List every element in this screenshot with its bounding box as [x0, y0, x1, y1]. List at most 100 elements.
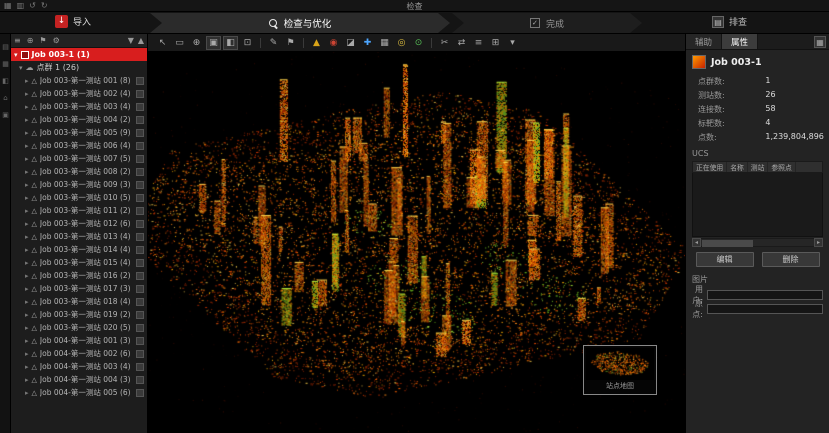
tab-properties[interactable]: 属性 [722, 34, 758, 49]
warning-icon[interactable]: ▲ [309, 36, 324, 50]
tree-item[interactable]: Job 003-第一测站 014 (4) [11, 243, 147, 256]
visibility-toggle[interactable] [136, 350, 144, 358]
expand-arrow-icon[interactable] [25, 142, 29, 150]
tree-item[interactable]: Job 003-第一测站 010 (5) [11, 191, 147, 204]
expand-arrow-icon[interactable] [25, 168, 29, 176]
user-field-input[interactable] [707, 290, 823, 300]
settings-icon[interactable]: ⚙ [53, 35, 60, 47]
tree-item[interactable]: Job 003-第一测站 016 (2) [11, 269, 147, 282]
divider-2[interactable] [303, 38, 304, 48]
visibility-toggle[interactable] [136, 220, 144, 228]
visibility-toggle[interactable] [136, 194, 144, 202]
visibility-toggle[interactable] [136, 103, 144, 111]
panel-toggle-icon[interactable]: ▤ [0, 43, 11, 51]
bulb-icon[interactable]: ◎ [394, 36, 409, 50]
expand-arrow-icon[interactable] [25, 272, 29, 280]
visibility-toggle[interactable] [136, 168, 144, 176]
visibility-toggle[interactable] [136, 285, 144, 293]
minimap[interactable]: 站点地图 [583, 345, 657, 395]
expand-arrow-icon[interactable] [25, 285, 29, 293]
visibility-toggle[interactable] [136, 311, 144, 319]
snapshot-icon[interactable]: ◧ [223, 36, 238, 50]
visibility-toggle[interactable] [136, 77, 144, 85]
tree-item[interactable]: Job 003-第一测站 003 (4) [11, 100, 147, 113]
visibility-toggle[interactable] [136, 90, 144, 98]
visibility-toggle[interactable] [136, 389, 144, 397]
visibility-toggle[interactable] [136, 337, 144, 345]
swap-icon[interactable]: ⇄ [454, 36, 469, 50]
tree-item[interactable]: Job 003-第一测站 019 (2) [11, 308, 147, 321]
divider-1[interactable] [260, 38, 261, 48]
expand-arrow-icon[interactable] [25, 116, 29, 124]
tree-item[interactable]: Job 004-第一测站 003 (4) [11, 360, 147, 373]
workflow-step-import[interactable]: ↓ 导入 [55, 15, 91, 28]
visibility-toggle[interactable] [136, 116, 144, 124]
expand-arrow-icon[interactable] [25, 337, 29, 345]
select-icon[interactable]: ↖ [155, 36, 170, 50]
scrollbar-track[interactable] [701, 238, 814, 247]
list-icon[interactable]: ≡ [14, 35, 21, 47]
pin-icon[interactable]: ⊙ [411, 36, 426, 50]
tree-item[interactable]: Job 003-第一测站 007 (5) [11, 152, 147, 165]
ucs-list[interactable] [692, 173, 823, 237]
expand-arrow-icon[interactable] [25, 207, 29, 215]
expand-arrow-icon[interactable] [25, 90, 29, 98]
tree-item[interactable]: Job 003-第一测站 008 (2) [11, 165, 147, 178]
visibility-toggle[interactable] [136, 246, 144, 254]
tree-item[interactable]: Job 003-第一测站 017 (3) [11, 282, 147, 295]
zoom-icon[interactable]: ⊕ [189, 36, 204, 50]
scroll-right-button[interactable]: ▸ [814, 238, 823, 247]
expand-arrow-icon[interactable] [25, 363, 29, 371]
delete-button[interactable]: 删除 [762, 252, 820, 267]
pen-icon[interactable]: ✎ [266, 36, 281, 50]
tree-item[interactable]: Job 003-第一测站 001 (8) [11, 74, 147, 87]
expand-arrow-icon[interactable] [25, 324, 29, 332]
display-icon[interactable]: ⊡ [240, 36, 255, 50]
more-dropdown[interactable]: ▾ [505, 36, 520, 50]
tree-group-pointclouds[interactable]: ▾ ☁ 点群 1 (26) [11, 61, 147, 74]
tree-item[interactable]: Job 003-第一测站 002 (4) [11, 87, 147, 100]
expand-arrow-icon[interactable] [25, 129, 29, 137]
workflow-step-troubleshoot[interactable]: ▤ 排查 [712, 15, 747, 28]
visibility-toggle[interactable] [136, 363, 144, 371]
expand-arrow-icon[interactable] [25, 103, 29, 111]
panel-layout-icon[interactable]: ▦ [814, 36, 826, 48]
expand-arrow-icon[interactable] [25, 220, 29, 228]
visibility-toggle[interactable] [136, 181, 144, 189]
grid-icon[interactable]: ⊞ [488, 36, 503, 50]
link-icon[interactable]: ⊕ [27, 35, 34, 47]
origin-field-input[interactable] [707, 304, 823, 314]
tree-item[interactable]: Job 003-第一测站 005 (9) [11, 126, 147, 139]
tree-item[interactable]: Job 003-第一测站 009 (3) [11, 178, 147, 191]
tree-item[interactable]: Job 004-第一测站 002 (6) [11, 347, 147, 360]
visibility-toggle[interactable] [136, 207, 144, 215]
grid-view-icon[interactable]: ▣ [0, 111, 11, 119]
layers-icon[interactable]: ≡ [471, 36, 486, 50]
scroll-left-button[interactable]: ◂ [692, 238, 701, 247]
visibility-toggle[interactable] [136, 324, 144, 332]
tree-root-job[interactable]: ▾ Job 003-1 (1) [11, 48, 147, 61]
tree-item[interactable]: Job 003-第一测站 018 (4) [11, 295, 147, 308]
tree-item[interactable]: Job 003-第一测站 012 (6) [11, 217, 147, 230]
tree-item[interactable]: Job 003-第一测站 004 (2) [11, 113, 147, 126]
expand-arrow-icon[interactable] [25, 376, 29, 384]
filter-icon[interactable]: ▼ [128, 35, 134, 47]
expand-arrow-icon[interactable]: ▾ [19, 64, 23, 72]
collapse-all-icon[interactable]: ▲ [138, 35, 144, 47]
workflow-step-check-optimize[interactable]: 检查与优化 [150, 13, 450, 33]
expand-arrow-icon[interactable] [25, 246, 29, 254]
expand-arrow-icon[interactable] [25, 350, 29, 358]
expand-arrow-icon[interactable] [25, 77, 29, 85]
tree-item[interactable]: Job 004-第一测站 001 (3) [11, 334, 147, 347]
layers-icon[interactable]: ▦ [0, 60, 11, 68]
tree-item[interactable]: Job 003-第一测站 011 (2) [11, 204, 147, 217]
visibility-toggle[interactable] [136, 259, 144, 267]
divider-3[interactable] [431, 38, 432, 48]
visibility-toggle[interactable] [136, 155, 144, 163]
visibility-toggle[interactable] [136, 233, 144, 241]
visibility-toggle[interactable] [136, 272, 144, 280]
cut-icon[interactable]: ✂ [437, 36, 452, 50]
tree-item[interactable]: Job 003-第一测站 020 (5) [11, 321, 147, 334]
visibility-toggle[interactable] [136, 298, 144, 306]
tree-item[interactable]: Job 003-第一测站 015 (4) [11, 256, 147, 269]
